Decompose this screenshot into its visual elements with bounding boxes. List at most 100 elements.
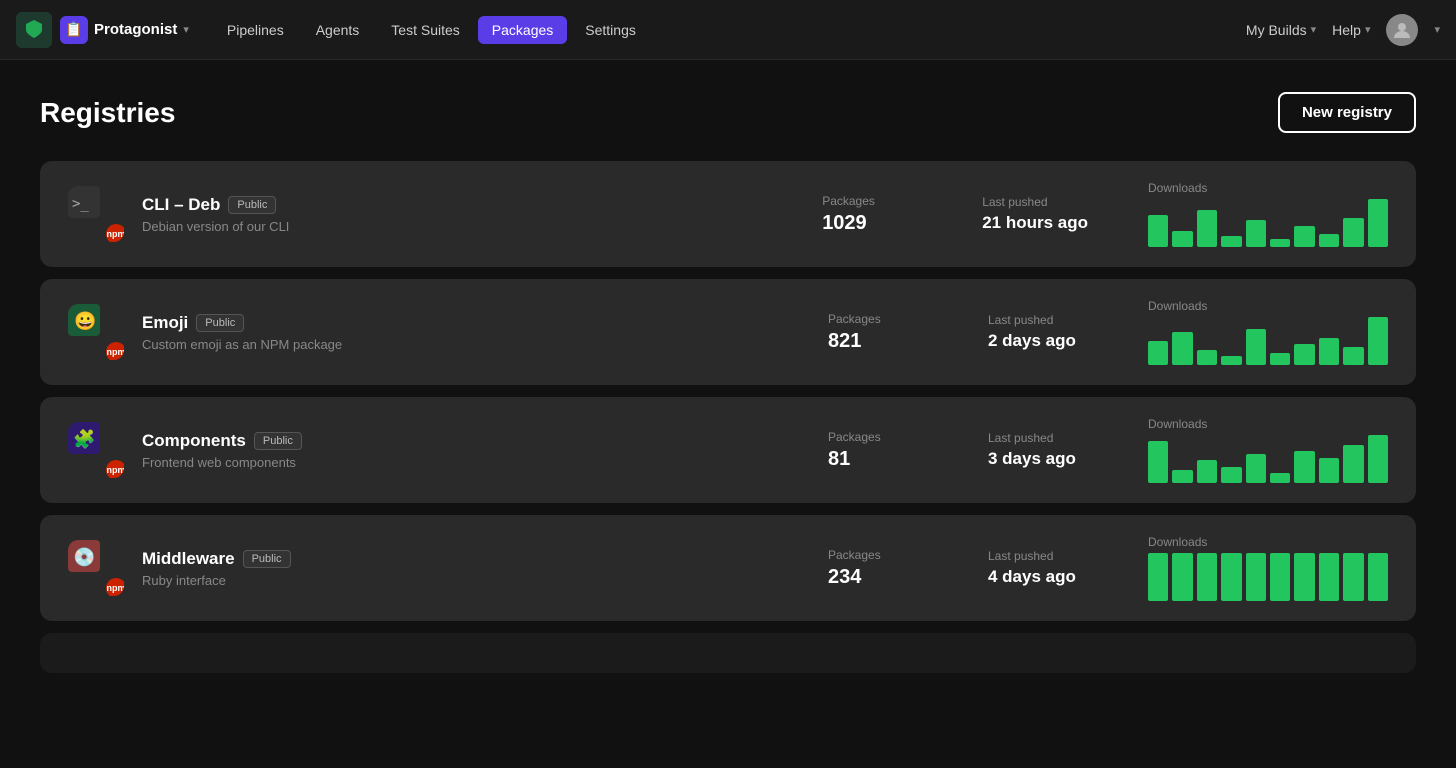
download-bar	[1197, 210, 1217, 247]
nav-settings[interactable]: Settings	[571, 16, 650, 44]
my-builds-label: My Builds	[1246, 22, 1307, 38]
nav-test-suites[interactable]: Test Suites	[377, 16, 473, 44]
svg-text:💿: 💿	[73, 546, 95, 568]
last-pushed-label: Last pushed	[982, 195, 1088, 209]
registry-card[interactable]: 💿 npm Middleware Public Ruby interface P…	[40, 515, 1416, 621]
last-pushed-label: Last pushed	[988, 431, 1088, 445]
brand-icon: 📋	[60, 16, 88, 44]
brand-dropdown[interactable]: 📋 Protagonist ▾	[60, 16, 189, 44]
registry-name-row: Emoji Public	[142, 313, 788, 333]
last-pushed-value: 2 days ago	[988, 331, 1088, 351]
packages-stat: Packages 81	[828, 430, 928, 471]
download-bar	[1246, 553, 1266, 601]
download-bar	[1148, 441, 1168, 483]
registry-name-row: CLI – Deb Public	[142, 195, 782, 215]
registry-stats: Packages 234 Last pushed 4 days ago Down…	[828, 535, 1388, 601]
visibility-badge: Public	[243, 550, 291, 568]
download-bar	[1148, 553, 1168, 601]
registry-name-row: Components Public	[142, 431, 788, 451]
download-bar	[1319, 234, 1339, 247]
npm-badge: npm	[106, 224, 124, 242]
download-bar	[1343, 347, 1363, 365]
download-bar	[1270, 473, 1290, 483]
download-bar	[1172, 332, 1192, 365]
downloads-label: Downloads	[1148, 299, 1388, 313]
download-bar	[1319, 553, 1339, 601]
navbar: 📋 Protagonist ▾ Pipelines Agents Test Su…	[0, 0, 1456, 60]
packages-label: Packages	[828, 312, 928, 326]
registry-info: Middleware Public Ruby interface	[142, 549, 788, 588]
registry-icon: 🧩 npm	[68, 422, 124, 478]
download-bar	[1368, 199, 1388, 247]
downloads-stat: Downloads	[1148, 535, 1388, 601]
page-title: Registries	[40, 97, 175, 129]
download-bar	[1197, 460, 1217, 483]
registry-card[interactable]: >_ npm CLI – Deb Public Debian version o…	[40, 161, 1416, 267]
download-bar	[1172, 231, 1192, 247]
download-bar	[1270, 239, 1290, 247]
npm-badge: npm	[106, 342, 124, 360]
download-bar	[1246, 454, 1266, 483]
svg-text:😀: 😀	[74, 311, 96, 331]
svg-text:>_: >_	[72, 196, 89, 212]
registry-desc: Debian version of our CLI	[142, 219, 782, 234]
packages-count: 81	[828, 448, 928, 471]
download-bar	[1246, 329, 1266, 365]
visibility-badge: Public	[254, 432, 302, 450]
registry-icon: 💿 npm	[68, 540, 124, 596]
download-bar	[1368, 317, 1388, 365]
my-builds-menu[interactable]: My Builds ▾	[1246, 22, 1316, 38]
download-bar	[1343, 445, 1363, 483]
registry-name: Components	[142, 431, 246, 451]
registry-desc: Ruby interface	[142, 573, 788, 588]
downloads-stat: Downloads	[1148, 417, 1388, 483]
download-bar	[1343, 218, 1363, 247]
user-avatar[interactable]	[1386, 14, 1418, 46]
svg-text:🧩: 🧩	[73, 428, 95, 449]
nav-pipelines[interactable]: Pipelines	[213, 16, 298, 44]
registry-card[interactable]: 😀 npm Emoji Public Custom emoji as an NP…	[40, 279, 1416, 385]
download-bar	[1197, 350, 1217, 365]
packages-label: Packages	[822, 194, 922, 208]
help-label: Help	[1332, 22, 1361, 38]
downloads-stat: Downloads	[1148, 299, 1388, 365]
help-menu[interactable]: Help ▾	[1332, 22, 1370, 38]
download-bar	[1294, 451, 1314, 483]
downloads-label: Downloads	[1148, 181, 1388, 195]
app-logo[interactable]	[16, 12, 52, 48]
download-bar	[1319, 458, 1339, 483]
downloads-chart	[1148, 199, 1388, 247]
download-bar	[1270, 553, 1290, 601]
page-header: Registries New registry	[40, 92, 1416, 133]
packages-count: 1029	[822, 212, 922, 235]
brand-chevron-icon: ▾	[183, 23, 189, 36]
visibility-badge: Public	[196, 314, 244, 332]
last-pushed-stat: Last pushed 2 days ago	[988, 313, 1088, 351]
help-chevron-icon: ▾	[1365, 23, 1371, 36]
download-bar	[1148, 341, 1168, 365]
downloads-chart	[1148, 317, 1388, 365]
registry-stats: Packages 821 Last pushed 2 days ago Down…	[828, 299, 1388, 365]
nav-right: My Builds ▾ Help ▾ ▾	[1246, 14, 1440, 46]
download-bar	[1148, 215, 1168, 247]
download-bar	[1343, 553, 1363, 601]
new-registry-button[interactable]: New registry	[1278, 92, 1416, 133]
download-bar	[1368, 553, 1388, 601]
visibility-badge: Public	[228, 196, 276, 214]
registry-card[interactable]	[40, 633, 1416, 673]
download-bar	[1221, 356, 1241, 365]
downloads-label: Downloads	[1148, 535, 1388, 549]
downloads-stat: Downloads	[1148, 181, 1388, 247]
packages-label: Packages	[828, 548, 928, 562]
nav-packages[interactable]: Packages	[478, 16, 567, 44]
registry-stats: Packages 1029 Last pushed 21 hours ago D…	[822, 181, 1388, 247]
registry-card[interactable]: 🧩 npm Components Public Frontend web com…	[40, 397, 1416, 503]
download-bar	[1294, 226, 1314, 247]
registry-name: CLI – Deb	[142, 195, 220, 215]
packages-label: Packages	[828, 430, 928, 444]
nav-agents[interactable]: Agents	[302, 16, 374, 44]
my-builds-chevron-icon: ▾	[1311, 23, 1317, 36]
downloads-label: Downloads	[1148, 417, 1388, 431]
packages-stat: Packages 821	[828, 312, 928, 353]
last-pushed-value: 3 days ago	[988, 449, 1088, 469]
